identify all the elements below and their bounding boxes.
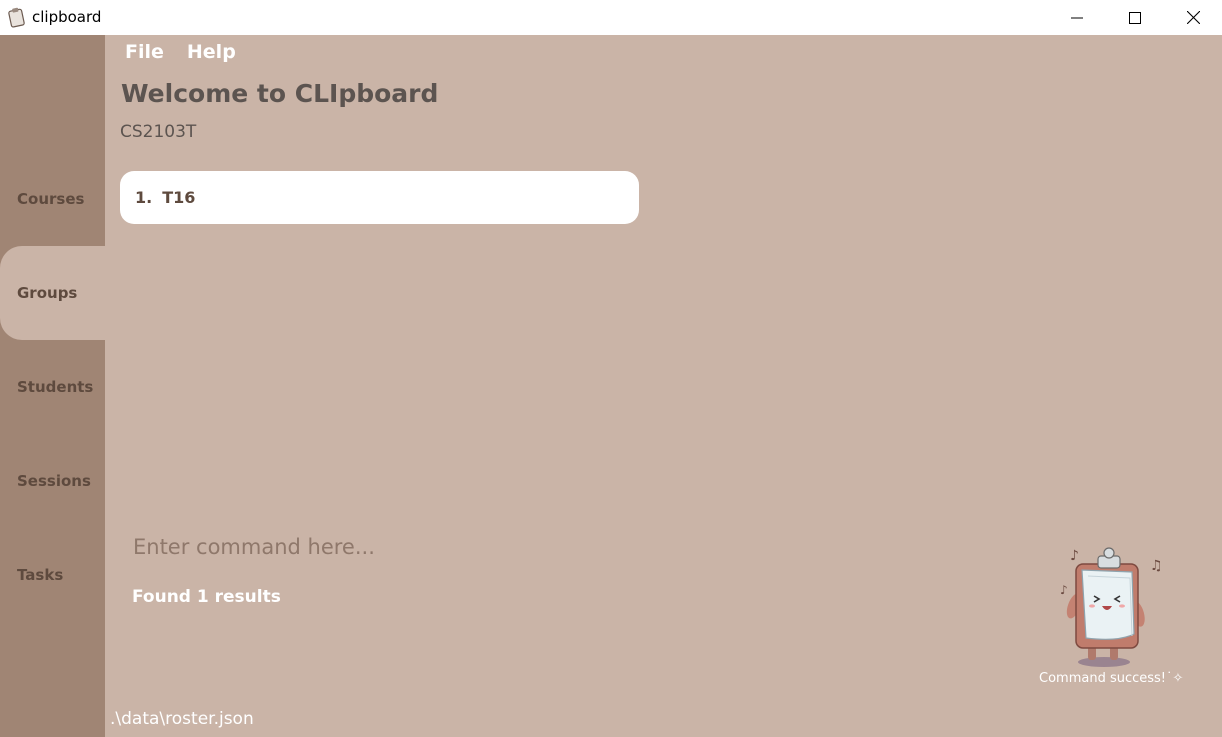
command-input[interactable] — [120, 527, 1000, 567]
list-item-name: T16 — [162, 188, 196, 207]
clipboard-icon — [8, 7, 25, 28]
sidebar-item-tasks[interactable]: Tasks — [0, 528, 105, 622]
svg-text:♪: ♪ — [1060, 583, 1068, 597]
status-file-path: .\data\roster.json — [110, 709, 254, 729]
maximize-button[interactable] — [1106, 0, 1164, 35]
result-message: Found 1 results — [132, 587, 281, 607]
page-subtitle: CS2103T — [120, 122, 197, 142]
menu-bar: File Help — [125, 41, 236, 63]
window-title: clipboard — [32, 8, 102, 26]
clipboard-mascot-icon: ♪ ♫ ♪ — [1060, 547, 1163, 667]
list-item-index: 1. — [135, 188, 153, 207]
svg-text:♫: ♫ — [1150, 558, 1163, 574]
page-title: Welcome to CLIpboard — [121, 79, 439, 108]
maximize-icon — [1129, 11, 1141, 24]
minimize-icon — [1071, 17, 1083, 18]
title-bar: clipboard — [0, 0, 1222, 35]
menu-file[interactable]: File — [125, 41, 164, 63]
mascot-caption: Command success!˙✧ — [1039, 671, 1184, 686]
sidebar-item-groups[interactable]: Groups — [0, 246, 105, 340]
sidebar: Courses Groups Students Sessions Tasks — [0, 35, 105, 737]
close-button[interactable] — [1164, 0, 1222, 35]
sidebar-item-sessions[interactable]: Sessions — [0, 434, 105, 528]
minimize-button[interactable] — [1048, 0, 1106, 35]
menu-help[interactable]: Help — [187, 41, 236, 63]
close-icon — [1186, 11, 1200, 24]
svg-text:♪: ♪ — [1070, 548, 1079, 564]
list-item[interactable]: 1. T16 — [120, 171, 639, 224]
sidebar-item-students[interactable]: Students — [0, 340, 105, 434]
sidebar-item-courses[interactable]: Courses — [0, 152, 105, 246]
